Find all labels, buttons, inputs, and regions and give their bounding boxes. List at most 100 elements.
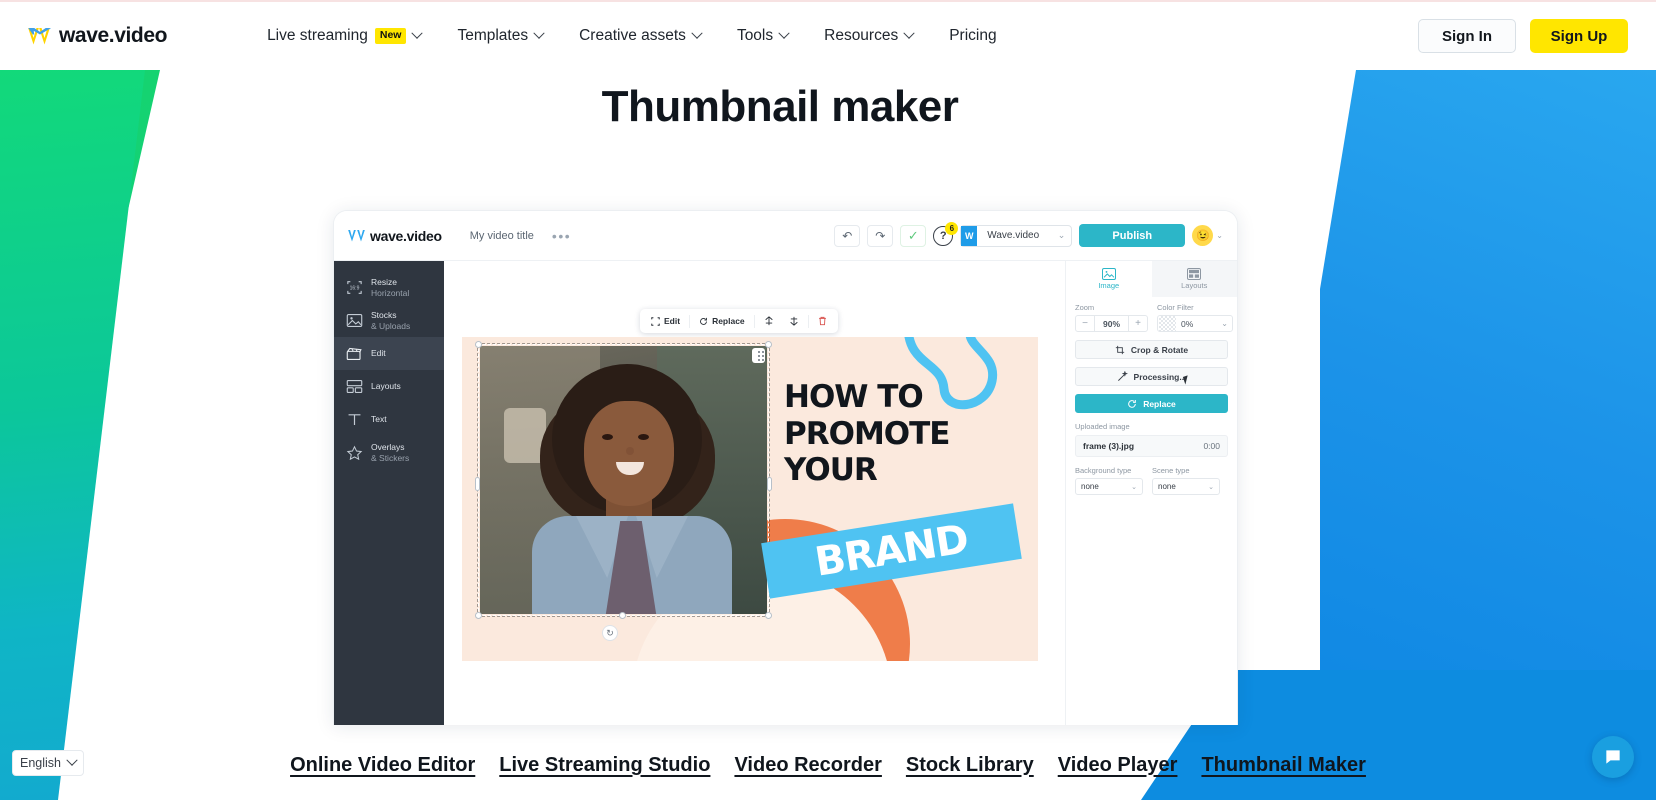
undo-icon[interactable]: ↶ xyxy=(834,224,861,247)
nav-item-tools[interactable]: Tools xyxy=(719,27,806,45)
site-logo[interactable]: wave.video xyxy=(28,24,167,48)
trash-icon xyxy=(818,316,826,326)
background-type-dropdown[interactable]: none ⌄ xyxy=(1075,478,1143,495)
color-filter-label: Color Filter xyxy=(1157,303,1194,312)
footer-links: Online Video Editor Live Streaming Studi… xyxy=(0,730,1656,800)
thumbnail-preview[interactable]: ↻ HOW TO PROMOTE YOUR BRAND xyxy=(462,337,1038,661)
resize-handle-b[interactable] xyxy=(619,612,626,619)
thumbnail-headline[interactable]: HOW TO PROMOTE YOUR xyxy=(784,379,1034,489)
footer-link-video-recorder[interactable]: Video Recorder xyxy=(734,754,881,777)
canvas-delete-button[interactable] xyxy=(812,312,833,330)
editor-mockup: wave.video My video title ••• ↶ ↷ ✓ ? 6 … xyxy=(333,210,1238,725)
publish-button[interactable]: Publish xyxy=(1079,224,1186,247)
chevron-down-icon: ⌄ xyxy=(1131,483,1137,491)
headline-line-4: BRAND xyxy=(811,516,972,586)
properties-body: Zoom − 90% + Color Filter 0% ⌄ Crop & Ro… xyxy=(1066,297,1237,495)
redo-icon[interactable]: ↷ xyxy=(867,224,894,247)
sidebar-item-label: Layouts xyxy=(371,381,401,392)
chevron-down-icon xyxy=(66,754,78,766)
replace-button[interactable]: Replace xyxy=(1075,394,1228,413)
text-icon xyxy=(346,412,363,427)
uploaded-image-field[interactable]: frame (3).jpg 0:00 xyxy=(1075,435,1228,457)
scene-type-dropdown[interactable]: none ⌄ xyxy=(1152,478,1220,495)
drag-handle[interactable] xyxy=(752,348,765,363)
canvas-flip-vertical-button[interactable] xyxy=(758,312,780,330)
account-dropdown[interactable]: W Wave.video ⌄ xyxy=(960,224,1073,247)
sign-in-button[interactable]: Sign In xyxy=(1418,19,1516,53)
scene-type-value: none xyxy=(1158,482,1176,491)
nav-item-resources[interactable]: Resources xyxy=(806,27,931,45)
nav-item-creative-assets[interactable]: Creative assets xyxy=(561,27,719,45)
background-type-label: Background type xyxy=(1075,466,1132,475)
editor-properties-panel: Image Layouts Zoom − 90% + Color Filter … xyxy=(1065,261,1237,725)
tab-label: Image xyxy=(1098,281,1120,290)
project-title[interactable]: My video title xyxy=(470,230,534,242)
project-more-menu[interactable]: ••• xyxy=(552,228,571,244)
canvas-edit-button[interactable]: Edit xyxy=(645,312,686,330)
sidebar-item-edit[interactable]: Edit xyxy=(334,337,444,370)
zoom-decrease-button[interactable]: − xyxy=(1076,316,1094,331)
rotate-handle[interactable]: ↻ xyxy=(602,625,618,641)
selection-box[interactable] xyxy=(475,341,772,619)
resize-handle-br[interactable] xyxy=(765,612,772,619)
transparency-swatch-icon xyxy=(1159,316,1176,331)
zoom-increase-button[interactable]: + xyxy=(1129,316,1147,331)
layouts-icon xyxy=(1187,268,1202,280)
sidebar-item-label: Edit xyxy=(371,348,386,359)
site-header: wave.video Live streaming New Templates … xyxy=(0,0,1656,70)
language-selector[interactable]: English xyxy=(12,750,84,776)
canvas-replace-button[interactable]: Replace xyxy=(693,312,751,330)
tab-layouts[interactable]: Layouts xyxy=(1151,261,1237,297)
chevron-down-icon xyxy=(903,27,915,39)
processing-button[interactable]: Processing... xyxy=(1075,367,1228,386)
sign-up-button[interactable]: Sign Up xyxy=(1530,19,1628,53)
flip-vertical-icon xyxy=(765,316,773,326)
check-icon[interactable]: ✓ xyxy=(900,224,927,247)
crop-frame-icon xyxy=(651,316,660,326)
sidebar-item-text[interactable]: Text xyxy=(334,403,444,436)
sidebar-item-stocks-uploads[interactable]: Stocks & Uploads xyxy=(334,304,444,337)
mouse-cursor-icon xyxy=(1182,375,1191,385)
layouts-icon xyxy=(346,379,363,394)
editor-canvas[interactable]: Edit Replace ↻ HOW TO PROMOTE YOUR BRAND xyxy=(444,261,1065,725)
zoom-stepper[interactable]: − 90% + xyxy=(1075,315,1148,332)
replace-label: Replace xyxy=(1143,398,1176,409)
footer-link-live-streaming-studio[interactable]: Live Streaming Studio xyxy=(499,754,710,777)
sidebar-item-overlays-stickers[interactable]: Overlays & Stickers xyxy=(334,436,444,469)
crop-rotate-button[interactable]: Crop & Rotate xyxy=(1075,340,1228,359)
editor-logo[interactable]: wave.video xyxy=(348,228,442,244)
resize-handle-tr[interactable] xyxy=(765,341,772,348)
footer-link-thumbnail-maker[interactable]: Thumbnail Maker xyxy=(1201,754,1365,777)
nav-item-live-streaming[interactable]: Live streaming New xyxy=(249,27,439,45)
resize-handle-tl[interactable] xyxy=(475,341,482,348)
resize-handle-r[interactable] xyxy=(767,477,772,491)
chat-widget-button[interactable] xyxy=(1592,736,1634,778)
tab-image[interactable]: Image xyxy=(1066,261,1152,297)
refresh-icon xyxy=(700,317,708,325)
footer-link-online-video-editor[interactable]: Online Video Editor xyxy=(290,754,475,777)
footer-link-video-player[interactable]: Video Player xyxy=(1058,754,1178,777)
help-icon[interactable]: ? 6 xyxy=(933,221,959,246)
canvas-element-toolbar: Edit Replace xyxy=(640,309,838,333)
feedback-emoji-button[interactable]: 😉 ⌄ xyxy=(1192,225,1223,246)
resize-handle-bl[interactable] xyxy=(475,612,482,619)
sidebar-item-layouts[interactable]: Layouts xyxy=(334,370,444,403)
nav-item-templates[interactable]: Templates xyxy=(439,27,561,45)
clapperboard-icon xyxy=(346,346,363,361)
nav-item-pricing[interactable]: Pricing xyxy=(931,27,1014,45)
editor-sidebar: 16:9 Resize Horizontal Stocks & Uploads … xyxy=(334,261,444,725)
sidebar-item-resize[interactable]: 16:9 Resize Horizontal xyxy=(334,271,444,304)
footer-link-stock-library[interactable]: Stock Library xyxy=(906,754,1034,777)
language-value: English xyxy=(20,756,61,770)
background-type-value: none xyxy=(1081,482,1099,491)
sidebar-item-label: Text xyxy=(371,414,387,425)
chat-bubble-icon xyxy=(1606,750,1620,764)
page-title: Thumbnail maker xyxy=(601,82,959,131)
chevron-down-icon: ⌄ xyxy=(1057,230,1066,240)
site-logo-text: wave.video xyxy=(59,24,168,47)
editor-body: 16:9 Resize Horizontal Stocks & Uploads … xyxy=(334,261,1237,725)
canvas-flip-horizontal-button[interactable] xyxy=(783,312,805,330)
wave-logo-icon xyxy=(28,27,52,45)
resize-handle-l[interactable] xyxy=(475,477,480,491)
color-filter-dropdown[interactable]: 0% ⌄ xyxy=(1157,315,1233,332)
